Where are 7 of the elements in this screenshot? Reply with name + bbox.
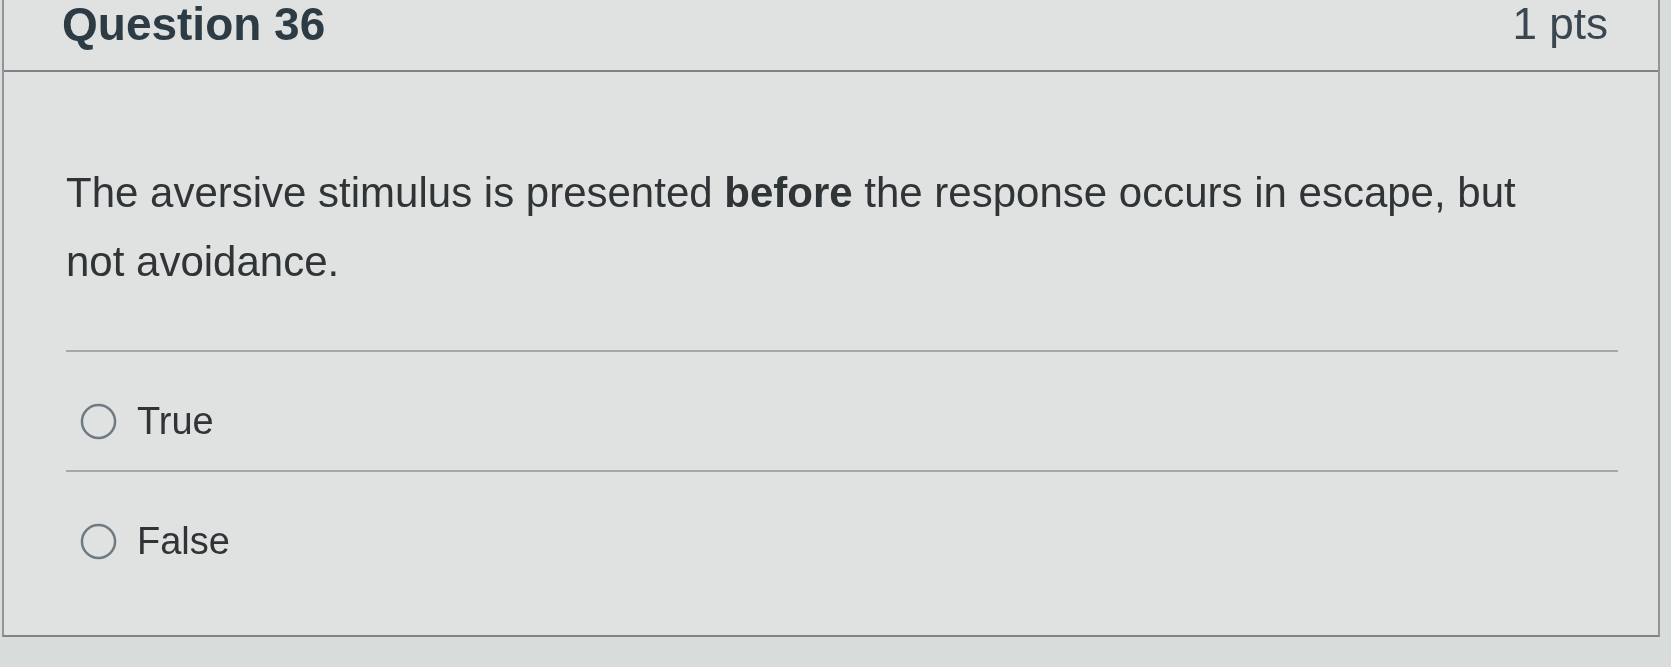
radio-button[interactable] (80, 402, 117, 440)
points-label: 1 pts (1512, 0, 1608, 48)
answer-option-label[interactable]: False (137, 520, 230, 562)
answer-option-label[interactable]: True (137, 400, 214, 442)
question-text: The aversive stimulus is presented before the response occurs in escape, but not avoidance. (66, 168, 1517, 287)
question-title: Question 36 (62, 0, 326, 48)
radio-button[interactable] (80, 522, 117, 560)
